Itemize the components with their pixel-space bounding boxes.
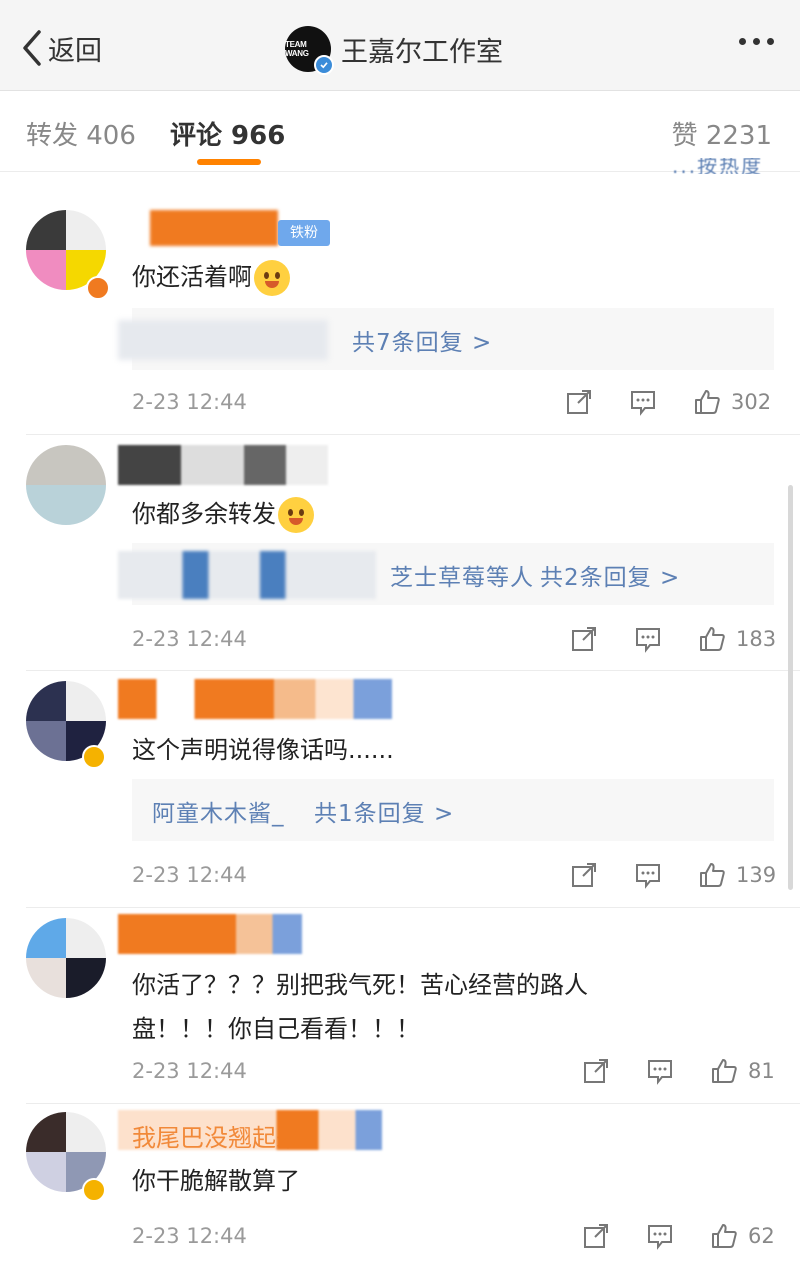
page-title: 王嘉尔工作室: [341, 36, 503, 68]
member-badge-icon: [86, 276, 110, 300]
like-count: 183: [736, 627, 777, 651]
top-nav-bar: 返回 TEAM WANG 王嘉尔工作室: [0, 0, 800, 91]
reply-count-link[interactable]: 共7条回复 >: [352, 323, 492, 357]
avatar[interactable]: [26, 918, 106, 998]
comment-time: 2-23 12:44: [132, 863, 247, 887]
share-icon[interactable]: [570, 625, 598, 653]
thumbs-up-icon[interactable]: [698, 861, 726, 889]
like-count: 62: [748, 1224, 775, 1248]
reply-summary[interactable]: 共7条回复 >: [118, 308, 774, 370]
reply-summary[interactable]: 阿童木木酱_ 共1条回复 >: [132, 779, 774, 841]
comment-actions: 183: [570, 625, 776, 653]
share-icon[interactable]: [582, 1057, 610, 1085]
like-count: 139: [736, 863, 777, 887]
username[interactable]: [118, 679, 392, 719]
reply-count-link[interactable]: 共2条回复 >: [540, 558, 680, 592]
comment-text: 你都多余转发: [132, 487, 314, 541]
comment-time: 2-23 12:44: [132, 627, 247, 651]
reply-preview[interactable]: 芝士草莓等人: [390, 558, 534, 592]
reply-count-link[interactable]: 共1条回复 >: [314, 794, 454, 828]
username[interactable]: [150, 210, 278, 246]
chevron-left-icon: [23, 30, 41, 66]
avatar[interactable]: [26, 445, 106, 525]
username[interactable]: [118, 445, 328, 485]
reply-preview[interactable]: 阿童木木酱_: [152, 794, 285, 828]
verified-icon: [314, 55, 334, 75]
comment-item: 你活了？？？别把我气死！苦心经营的路人 盘！！！你自己看看！！！ 2-23 12…: [0, 908, 800, 1103]
comment-time: 2-23 12:44: [132, 1224, 247, 1248]
like-count: 302: [731, 390, 772, 414]
tab-like[interactable]: 赞 2231: [672, 115, 772, 152]
share-icon[interactable]: [582, 1222, 610, 1250]
back-button[interactable]: 返回: [22, 28, 102, 68]
thumbs-up-icon[interactable]: [698, 625, 726, 653]
laughing-face-icon: [254, 260, 290, 296]
thumbs-up-icon[interactable]: [693, 388, 721, 416]
account-avatar: TEAM WANG: [285, 26, 334, 75]
verified-icon: [82, 745, 106, 769]
comment-time: 2-23 12:44: [132, 1059, 247, 1083]
thumbs-up-icon[interactable]: [710, 1222, 738, 1250]
username[interactable]: [118, 914, 302, 954]
comment-icon[interactable]: [646, 1222, 674, 1250]
thumbs-up-icon[interactable]: [710, 1057, 738, 1085]
comment-item: 我尾巴没翘起来 你干脆解散算了 2-23 12:44 62: [0, 1104, 800, 1268]
account-header[interactable]: TEAM WANG 王嘉尔工作室: [285, 26, 503, 75]
comment-time: 2-23 12:44: [132, 390, 247, 414]
fan-badge: 铁粉: [278, 220, 330, 246]
sweat-smile-icon: [278, 497, 314, 533]
verified-icon: [82, 1178, 106, 1202]
comment-icon[interactable]: [646, 1057, 674, 1085]
comment-item: 你都多余转发 芝士草莓等人 共2条回复 > 2-23 12:44 183: [0, 435, 800, 670]
reply-summary[interactable]: 芝士草莓等人 共2条回复 >: [118, 543, 774, 605]
like-count: 81: [748, 1059, 775, 1083]
share-icon[interactable]: [570, 861, 598, 889]
comment-actions: 62: [582, 1222, 775, 1250]
comment-icon[interactable]: [629, 388, 657, 416]
comment-text: 你活了？？？别把我气死！苦心经营的路人 盘！！！你自己看看！！！: [132, 971, 588, 1043]
comment-item: 这个声明说得像话吗...... 阿童木木酱_ 共1条回复 > 2-23 12:4…: [0, 671, 800, 907]
back-label: 返回: [48, 35, 102, 67]
more-options-icon[interactable]: [739, 38, 774, 45]
tab-repost[interactable]: 转发 406: [26, 115, 136, 152]
scrollbar[interactable]: [788, 485, 793, 890]
comment-actions: 302: [565, 388, 771, 416]
tab-active-indicator: [197, 159, 261, 165]
comment-item: 铁粉 你还活着啊 共7条回复 > 2-23 12:44 302: [0, 172, 800, 434]
comment-text: 你干脆解散算了: [132, 1167, 300, 1195]
comment-actions: 139: [570, 861, 776, 889]
comment-icon[interactable]: [634, 625, 662, 653]
comment-text: 你还活着啊: [132, 250, 290, 304]
username[interactable]: 我尾巴没翘起来: [132, 1118, 300, 1153]
comment-actions: 81: [582, 1057, 775, 1085]
share-icon[interactable]: [565, 388, 593, 416]
comment-icon[interactable]: [634, 861, 662, 889]
comment-text: 这个声明说得像话吗......: [132, 736, 394, 764]
